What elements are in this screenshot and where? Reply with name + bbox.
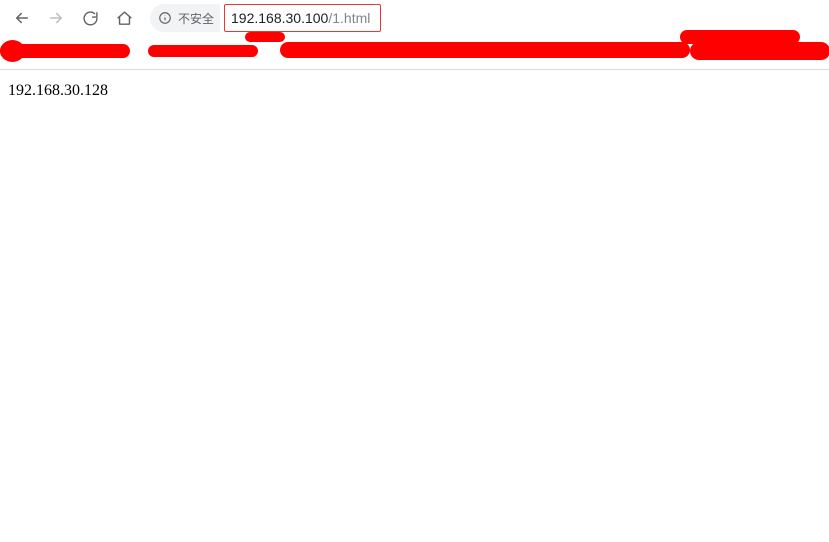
page-content: 192.168.30.128 [0, 70, 829, 112]
home-icon [116, 10, 133, 27]
arrow-right-icon [47, 9, 65, 27]
redaction-mark [245, 32, 285, 42]
info-icon [158, 11, 172, 25]
bookmarks-bar [0, 36, 829, 70]
url-display[interactable]: 192.168.30.100/1.html [224, 4, 381, 32]
address-bar[interactable]: 不安全 192.168.30.100/1.html [150, 4, 381, 32]
site-security-chip[interactable]: 不安全 [150, 4, 220, 32]
page-body-text: 192.168.30.128 [8, 82, 108, 99]
url-path: /1.html [328, 10, 370, 26]
redaction-mark [148, 45, 258, 57]
back-button[interactable] [8, 4, 36, 32]
redaction-mark [280, 42, 690, 58]
reload-icon [82, 10, 99, 27]
home-button[interactable] [110, 4, 138, 32]
redaction-mark [0, 44, 130, 58]
site-security-label: 不安全 [178, 10, 214, 27]
reload-button[interactable] [76, 4, 104, 32]
arrow-left-icon [13, 9, 31, 27]
forward-button[interactable] [42, 4, 70, 32]
url-host: 192.168.30.100 [231, 10, 328, 26]
redaction-mark [690, 42, 829, 60]
